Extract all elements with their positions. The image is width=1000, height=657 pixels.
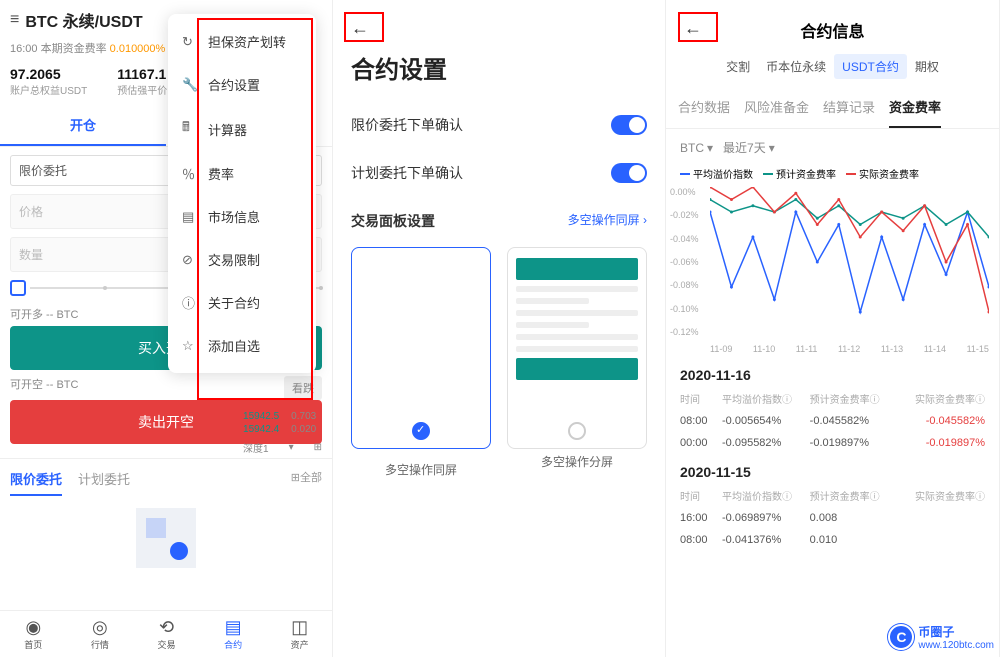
menu-icon[interactable]: ≡ bbox=[10, 11, 19, 29]
back-button[interactable]: ← bbox=[676, 14, 710, 43]
list-icon: ▤ bbox=[182, 209, 198, 225]
watermark-logo-icon: C bbox=[888, 624, 914, 650]
table-header: 时间 平均溢价指数ⓘ 预计资金费率ⓘ 实际资金费率ⓘ bbox=[666, 484, 999, 507]
calculator-icon: 🖩 bbox=[182, 118, 198, 140]
chip-options[interactable]: 期权 bbox=[907, 54, 947, 79]
menu-settings[interactable]: 🔧合约设置 bbox=[168, 63, 316, 106]
chip-delivery[interactable]: 交割 bbox=[718, 54, 758, 79]
tab-open[interactable]: 开仓 bbox=[0, 105, 166, 146]
orderbook: 15942.50.703 15942.40.020 深度1▾⊞ bbox=[243, 410, 322, 455]
layout-option-same[interactable]: 多空操作同屏 bbox=[351, 247, 491, 482]
star-icon: ☆ bbox=[182, 338, 198, 354]
page-title: 合约设置 bbox=[333, 0, 665, 101]
switch-plan[interactable] bbox=[611, 163, 647, 183]
menu-fees[interactable]: ％费率 bbox=[168, 152, 316, 195]
layout-option-split[interactable]: 多空操作分屏 bbox=[507, 247, 647, 482]
menu-favorite[interactable]: ☆添加自选 bbox=[168, 324, 316, 367]
tab-limit[interactable]: 限价委托 bbox=[10, 469, 62, 496]
menu-limits[interactable]: ⊘交易限制 bbox=[168, 238, 316, 281]
panel-value[interactable]: 多空操作同屏 › bbox=[568, 211, 647, 231]
gear-icon: 🔧 bbox=[182, 77, 198, 93]
filter-coin[interactable]: BTC▾ bbox=[680, 139, 713, 156]
menu-market-info[interactable]: ▤市场信息 bbox=[168, 195, 316, 238]
setting-plan-confirm: 计划委托下单确认 bbox=[333, 149, 665, 197]
percent-icon: ％ bbox=[182, 164, 198, 183]
empty-placeholder bbox=[136, 508, 196, 568]
context-menu: ↻担保资产划转 🔧合约设置 🖩计算器 ％费率 ▤市场信息 ⊘交易限制 ⓘ关于合约… bbox=[168, 14, 316, 373]
info-icon: ⓘ bbox=[182, 293, 198, 312]
depth-select[interactable]: 深度1 bbox=[243, 440, 269, 455]
filter-range[interactable]: 最近7天▾ bbox=[723, 139, 775, 156]
table-row: 16:00-0.069897%0.008 bbox=[666, 507, 999, 529]
watermark: C 币圈子www.120btc.com bbox=[888, 623, 994, 651]
table-row: 08:00-0.041376%0.010 bbox=[666, 529, 999, 551]
bottom-nav: ◉首页 ◎行情 ⟲交易 ▤合约 ◫资产 bbox=[0, 610, 333, 657]
chart-legend: 平均溢价指数 预计资金费率 实际资金费率 bbox=[666, 166, 999, 187]
chip-coin-perp[interactable]: 币本位永续 bbox=[758, 54, 834, 79]
nav-assets[interactable]: ◫资产 bbox=[266, 611, 333, 657]
date-header: 2020-11-15 bbox=[666, 454, 999, 484]
date-header: 2020-11-16 bbox=[666, 357, 999, 387]
chip-usdt[interactable]: USDT合约 bbox=[834, 54, 907, 79]
panel-section: 交易面板设置 多空操作同屏 › bbox=[333, 197, 665, 237]
orders-tabs: 限价委托 计划委托 ⊞全部 bbox=[0, 458, 332, 496]
radio-unchecked-icon bbox=[568, 422, 586, 440]
contract-type-chips: 交割 币本位永续 USDT合约 期权 bbox=[666, 54, 999, 79]
ban-icon: ⊘ bbox=[182, 252, 198, 268]
nav-home[interactable]: ◉首页 bbox=[0, 611, 67, 657]
can-short-label: 可开空 -- BTC看跌 bbox=[10, 376, 322, 392]
info-tabs: 合约数据 风险准备金 结算记录 资金费率 bbox=[666, 87, 999, 129]
radio-checked-icon bbox=[412, 422, 430, 440]
table-row: 00:00-0.095582%-0.019897%-0.019897% bbox=[666, 432, 999, 454]
tab-settlement[interactable]: 结算记录 bbox=[823, 87, 875, 128]
table-row: 08:00-0.005654%-0.045582%-0.045582% bbox=[666, 410, 999, 432]
table-header: 时间 平均溢价指数ⓘ 预计资金费率ⓘ 实际资金费率ⓘ bbox=[666, 387, 999, 410]
nav-trade[interactable]: ⟲交易 bbox=[133, 611, 200, 657]
menu-calculator[interactable]: 🖩计算器 bbox=[168, 106, 316, 152]
tab-risk[interactable]: 风险准备金 bbox=[744, 87, 809, 128]
funding-chart: 0.00%-0.02%-0.04%-0.06%-0.08%-0.10%-0.12… bbox=[666, 187, 999, 357]
tab-contract-data[interactable]: 合约数据 bbox=[678, 87, 730, 128]
layout-icon[interactable]: ⊞ bbox=[314, 442, 322, 453]
bear-toggle[interactable]: 看跌 bbox=[284, 376, 322, 400]
menu-about[interactable]: ⓘ关于合约 bbox=[168, 281, 316, 324]
switch-limit[interactable] bbox=[611, 115, 647, 135]
chevron-down-icon: ▾ bbox=[769, 141, 775, 155]
pair-title: BTC 永续/USDT bbox=[25, 8, 142, 32]
tab-all[interactable]: ⊞全部 bbox=[291, 469, 322, 496]
chevron-down-icon: ▾ bbox=[707, 141, 713, 155]
nav-contract[interactable]: ▤合约 bbox=[200, 611, 267, 657]
back-button[interactable]: ← bbox=[343, 14, 377, 43]
nav-market[interactable]: ◎行情 bbox=[67, 611, 134, 657]
chart-filters: BTC▾ 最近7天▾ bbox=[666, 129, 999, 166]
tab-plan[interactable]: 计划委托 bbox=[78, 469, 130, 496]
page-title: 合约信息 bbox=[666, 0, 999, 54]
setting-limit-confirm: 限价委托下单确认 bbox=[333, 101, 665, 149]
menu-transfer[interactable]: ↻担保资产划转 bbox=[168, 20, 316, 63]
tab-funding[interactable]: 资金费率 bbox=[889, 87, 941, 128]
transfer-icon: ↻ bbox=[182, 34, 198, 50]
